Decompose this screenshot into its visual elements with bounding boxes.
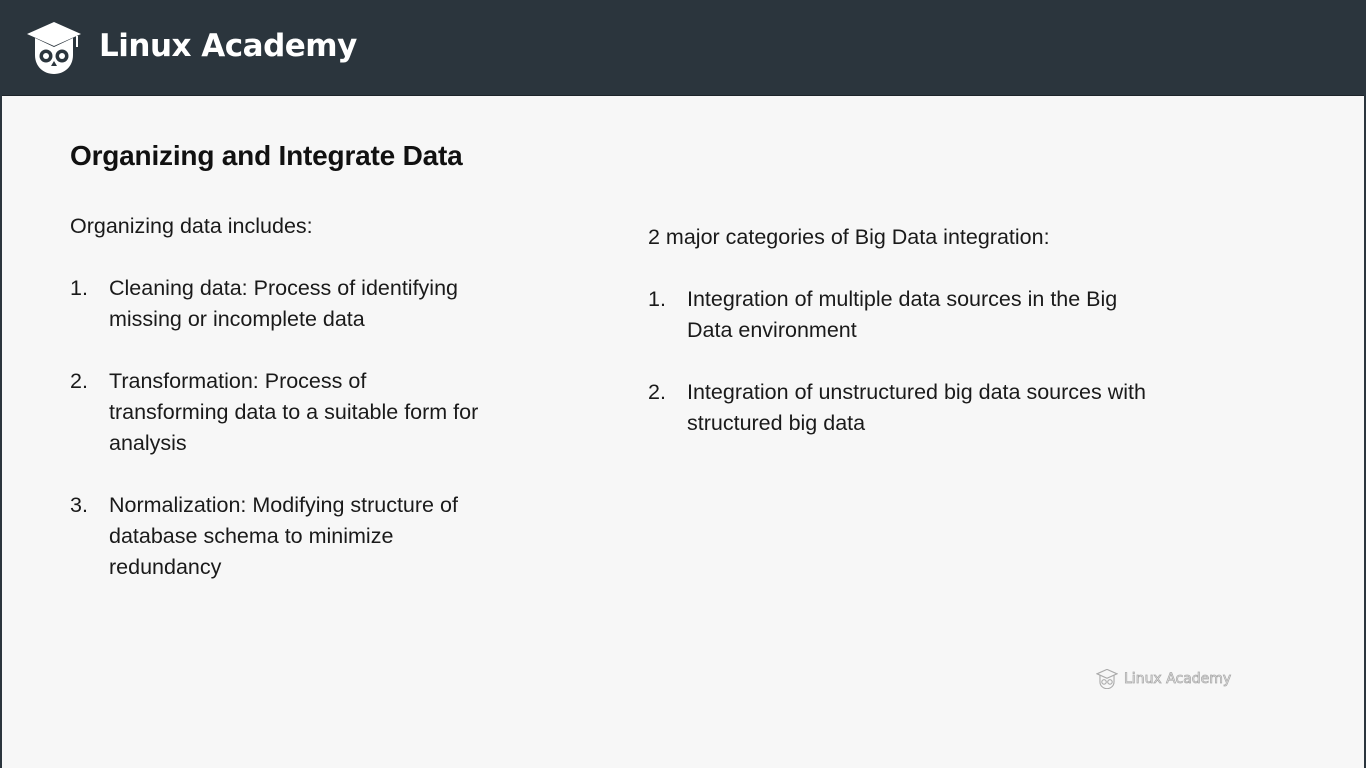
list-item-number: 1. <box>648 287 666 311</box>
list-item-number: 2. <box>70 369 88 393</box>
slide-title: Organizing and Integrate Data <box>70 140 463 171</box>
owl-graduation-cap-icon <box>1096 669 1118 689</box>
list-item: 2. Transformation: Process of transformi… <box>70 366 490 459</box>
list-item: 3. Normalization: Modifying structure of… <box>70 490 490 583</box>
watermark-text: Linux Academy <box>1124 671 1232 688</box>
list-item-text: Normalization: Modifying structure of da… <box>109 493 458 579</box>
list-item-number: 2. <box>648 380 666 404</box>
list-item-text: Transformation: Process of transforming … <box>109 369 479 455</box>
right-column: 2 major categories of Big Data integrati… <box>648 222 1208 470</box>
list-item-text: Integration of unstructured big data sou… <box>687 380 1146 435</box>
brand-name: Linux Academy <box>99 28 357 64</box>
list-item-number: 3. <box>70 493 88 517</box>
left-frame-border <box>0 95 2 768</box>
header-bar: Linux Academy <box>0 0 1366 96</box>
integration-list: 1. Integration of multiple data sources … <box>648 284 1208 439</box>
list-item-number: 1. <box>70 276 88 300</box>
slide-frame: Linux Academy Organizing and Integrate D… <box>0 0 1366 768</box>
list-item: 2. Integration of unstructured big data … <box>648 377 1208 439</box>
list-item: 1. Integration of multiple data sources … <box>648 284 1208 346</box>
organizing-list: 1. Cleaning data: Process of identifying… <box>70 273 490 583</box>
left-column: Organizing data includes: 1. Cleaning da… <box>70 211 490 614</box>
owl-graduation-cap-icon <box>27 22 81 74</box>
right-column-intro: 2 major categories of Big Data integrati… <box>648 225 1050 249</box>
left-column-intro: Organizing data includes: <box>70 214 313 238</box>
list-item-text: Integration of multiple data sources in … <box>687 287 1118 342</box>
list-item: 1. Cleaning data: Process of identifying… <box>70 273 490 335</box>
list-item-text: Cleaning data: Process of identifying mi… <box>109 276 458 331</box>
